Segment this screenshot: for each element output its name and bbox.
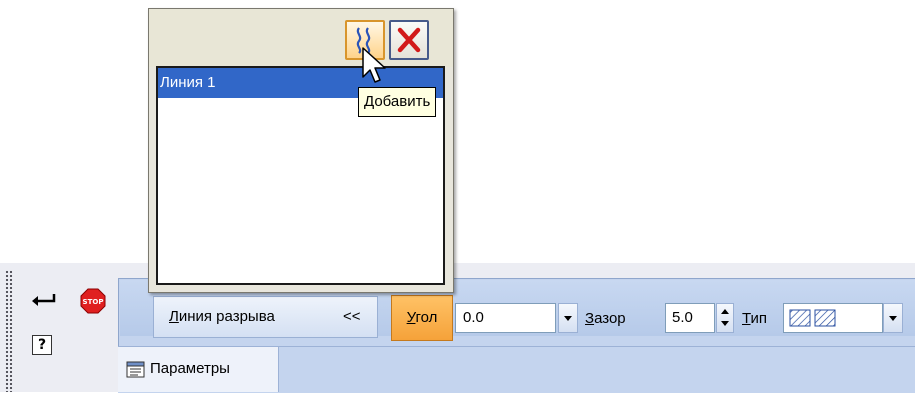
tab-parameters[interactable]: Параметры	[118, 347, 279, 392]
chevron-down-icon	[564, 316, 572, 321]
angle-dropdown-button[interactable]	[558, 303, 578, 333]
spin-down-icon[interactable]	[721, 321, 729, 326]
break-line-button[interactable]: Линия разрыва <<	[153, 296, 378, 338]
type-mnemonic: Т	[742, 310, 751, 327]
type-label-text: ип	[750, 310, 768, 327]
help-icon[interactable]: ?	[32, 335, 52, 355]
red-x-icon	[397, 27, 421, 53]
parameters-icon	[126, 361, 145, 378]
mouse-cursor-icon	[362, 47, 386, 83]
spin-up-icon[interactable]	[721, 309, 729, 314]
svg-text:STOP: STOP	[83, 298, 104, 306]
angle-label[interactable]: Угол	[391, 295, 453, 341]
enter-arrow-icon[interactable]	[30, 292, 58, 308]
type-label: Тип	[742, 306, 767, 332]
stop-icon[interactable]: STOP	[80, 288, 106, 314]
gap-input[interactable]: 5.0	[665, 303, 715, 333]
break-line-label: иния разрыва	[178, 308, 275, 325]
angle-input[interactable]: 0.0	[455, 303, 556, 333]
chevron-down-icon	[889, 316, 897, 321]
type-select[interactable]	[783, 303, 883, 333]
gap-spinner[interactable]	[716, 303, 734, 333]
tab-parameters-label: Параметры	[150, 360, 230, 377]
gap-label: Зазор	[585, 306, 626, 332]
gap-mnemonic: З	[585, 310, 595, 327]
gap-label-text: азор	[594, 310, 626, 327]
angle-label-text: гол	[415, 309, 438, 326]
collapse-chevron: <<	[343, 308, 361, 325]
break-line-mnemonic: Л	[169, 308, 179, 325]
delete-button[interactable]	[389, 20, 429, 60]
type-dropdown-button[interactable]	[883, 303, 903, 333]
hatch-pattern-icon	[789, 309, 836, 327]
toolbar-grip-handle[interactable]	[5, 270, 13, 392]
